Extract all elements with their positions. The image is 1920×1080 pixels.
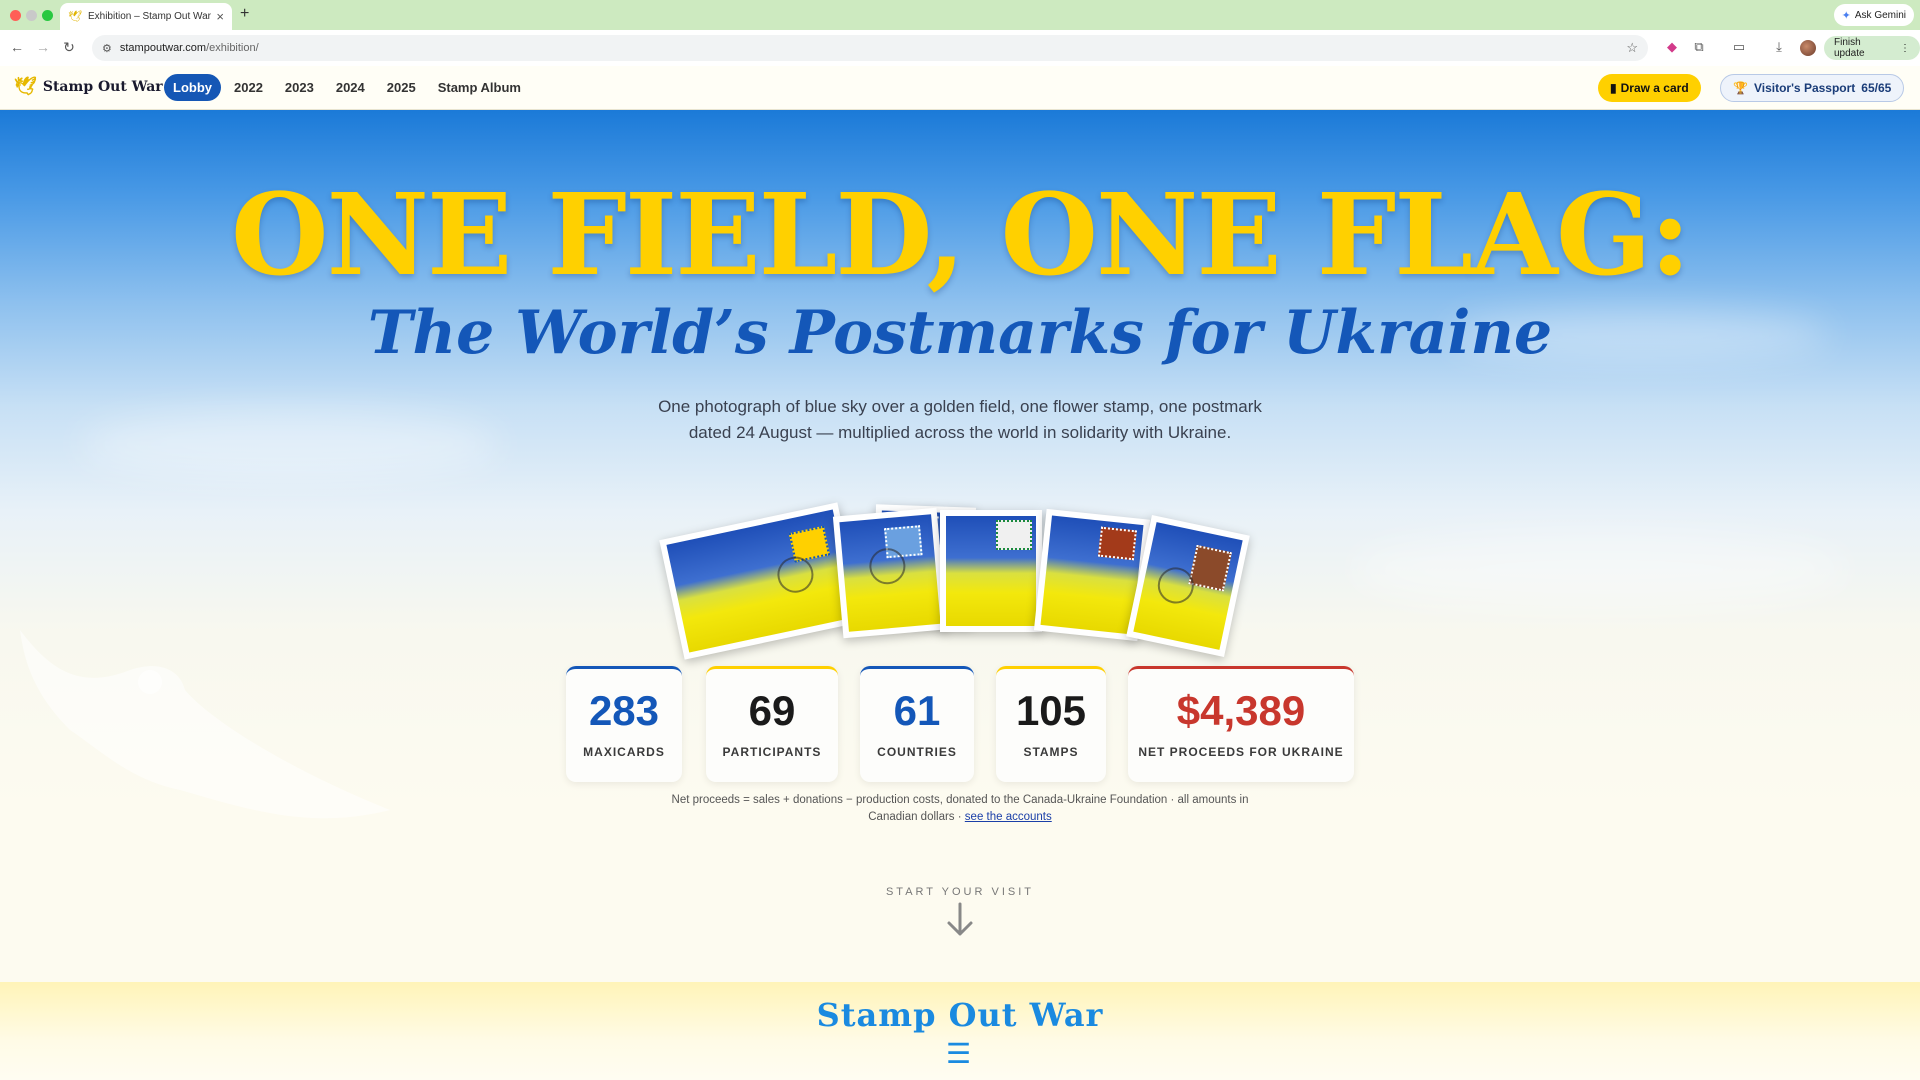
stat-card-net-proceeds: $4,389 NET PROCEEDS FOR UKRAINE (1128, 666, 1354, 782)
hero-title: ONE FIELD, ONE FLAG: (231, 170, 1691, 301)
ask-gemini-button[interactable]: ✦ Ask Gemini (1833, 4, 1914, 26)
ask-gemini-label: Ask Gemini (1854, 9, 1906, 21)
stamp-image (1188, 544, 1232, 592)
stat-card-countries: 61 COUNTRIES (860, 666, 974, 782)
hero-section: ONE FIELD, ONE FLAG: The World’s Postmar… (0, 110, 1920, 982)
see-accounts-link[interactable]: see the accounts (965, 811, 1052, 823)
cloud-decoration (1350, 530, 1850, 610)
more-icon[interactable]: ⋮ (1900, 43, 1910, 54)
browser-toolbar: ← → ↻ ⚙ stampoutwar.com/exhibition/ ☆ ◆ … (0, 30, 1920, 66)
maxicard-fan (659, 502, 1260, 672)
new-tab-button[interactable]: + (240, 5, 249, 23)
card-icon: ▮ (1610, 81, 1617, 95)
passport-count: 65/65 (1861, 81, 1892, 95)
cast-icon[interactable]: ▭ (1730, 39, 1748, 55)
visitor-passport-button[interactable]: 🏆 Visitor's Passport 65/65 (1720, 74, 1905, 102)
stat-card-participants: 69 PARTICIPANTS (706, 666, 838, 782)
menu-icon[interactable]: ☰ (946, 1040, 971, 1068)
stamp-out-war-band: Stamp Out War ☰ (0, 982, 1920, 1080)
stat-label: MAXICARDS (583, 745, 665, 759)
stat-value: $4,389 (1176, 687, 1306, 734)
nav-item-2024[interactable]: 2024 (327, 74, 374, 101)
browser-tab[interactable]: 🕊 Exhibition – Stamp Out War × (60, 3, 232, 30)
maxicard[interactable] (940, 510, 1042, 632)
draw-card-button[interactable]: ▮ Draw a card (1598, 74, 1701, 102)
dove-logo-icon: 🕊 (14, 76, 37, 97)
stat-label: STAMPS (1023, 745, 1079, 759)
nav-item-stamp-album[interactable]: Stamp Album (429, 74, 530, 101)
browser-tab-bar: 🕊 Exhibition – Stamp Out War × + ✦ Ask G… (0, 0, 1920, 30)
finish-update-button[interactable]: Finish update ⋮ (1824, 36, 1920, 60)
maxicard[interactable] (832, 507, 948, 639)
back-icon[interactable]: ← (6, 39, 28, 55)
url-text[interactable]: stampoutwar.com/exhibition/ (120, 42, 1626, 54)
arrow-down-icon[interactable] (946, 902, 974, 938)
passport-label: Visitor's Passport (1753, 81, 1856, 95)
nav-item-lobby[interactable]: Lobby (164, 74, 221, 101)
draw-card-label: Draw a card (1620, 81, 1689, 95)
minimize-window-button[interactable] (26, 10, 37, 21)
stat-value: 69 (748, 687, 796, 734)
address-bar[interactable]: ⚙ stampoutwar.com/exhibition/ ☆ (92, 35, 1648, 61)
postmark (774, 553, 817, 597)
stat-value: 283 (588, 687, 660, 734)
trophy-icon: 🏆 (1733, 81, 1748, 95)
stat-value: 105 (1015, 687, 1087, 734)
stat-label: PARTICIPANTS (722, 745, 822, 759)
bookmark-star-icon[interactable]: ☆ (1626, 40, 1638, 56)
stat-card-maxicards: 283 MAXICARDS (566, 666, 682, 782)
site-info-icon[interactable]: ⚙ (102, 42, 112, 55)
cloud-decoration (80, 410, 500, 480)
finish-update-label: Finish update (1834, 37, 1865, 59)
stat-label: COUNTRIES (877, 745, 957, 759)
nav-item-2023[interactable]: 2023 (276, 74, 323, 101)
nav-item-2025[interactable]: 2025 (378, 74, 425, 101)
stamp-image (996, 520, 1032, 550)
brand-logo[interactable]: 🕊 Stamp Out War (14, 76, 163, 97)
puzzle-icon[interactable]: ⧉ (1690, 39, 1708, 55)
stamp-image (1097, 526, 1137, 561)
proceeds-note: Net proceeds = sales + donations − produ… (650, 792, 1270, 826)
band-title: Stamp Out War (816, 996, 1104, 1034)
profile-avatar[interactable] (1800, 40, 1816, 56)
gemini-sparkle-icon: ✦ (1841, 9, 1851, 22)
tab-title: Exhibition – Stamp Out War (87, 11, 211, 22)
site-header: 🕊 Stamp Out War Lobby 2022 2023 2024 202… (0, 66, 1920, 110)
dove-favicon-icon: 🕊 (68, 11, 82, 23)
proceeds-note-text: Net proceeds = sales + donations − produ… (671, 794, 1249, 823)
close-window-button[interactable] (10, 10, 21, 21)
hero-subtitle: The World’s Postmarks for Ukraine (367, 298, 1553, 368)
dove-background-image (20, 630, 390, 819)
brand-name: Stamp Out War (42, 78, 163, 95)
stat-card-stamps: 105 STAMPS (996, 666, 1106, 782)
stat-value: 61 (893, 687, 941, 734)
maximize-window-button[interactable] (42, 10, 53, 21)
maxicard[interactable] (659, 502, 863, 660)
reload-icon[interactable]: ↻ (58, 39, 80, 56)
start-visit-label[interactable]: START YOUR VISIT (0, 886, 1920, 898)
hero-description: One photograph of blue sky over a golden… (658, 397, 1262, 442)
download-icon[interactable]: ⤓ (1770, 39, 1788, 55)
stat-label: NET PROCEEDS FOR UKRAINE (1138, 745, 1344, 759)
extension-icon[interactable]: ◆ (1663, 39, 1681, 55)
close-tab-icon[interactable]: × (216, 9, 224, 24)
nav-item-2022[interactable]: 2022 (225, 74, 272, 101)
main-nav: Lobby 2022 2023 2024 2025 Stamp Album (164, 74, 530, 101)
forward-icon[interactable]: → (32, 39, 54, 55)
